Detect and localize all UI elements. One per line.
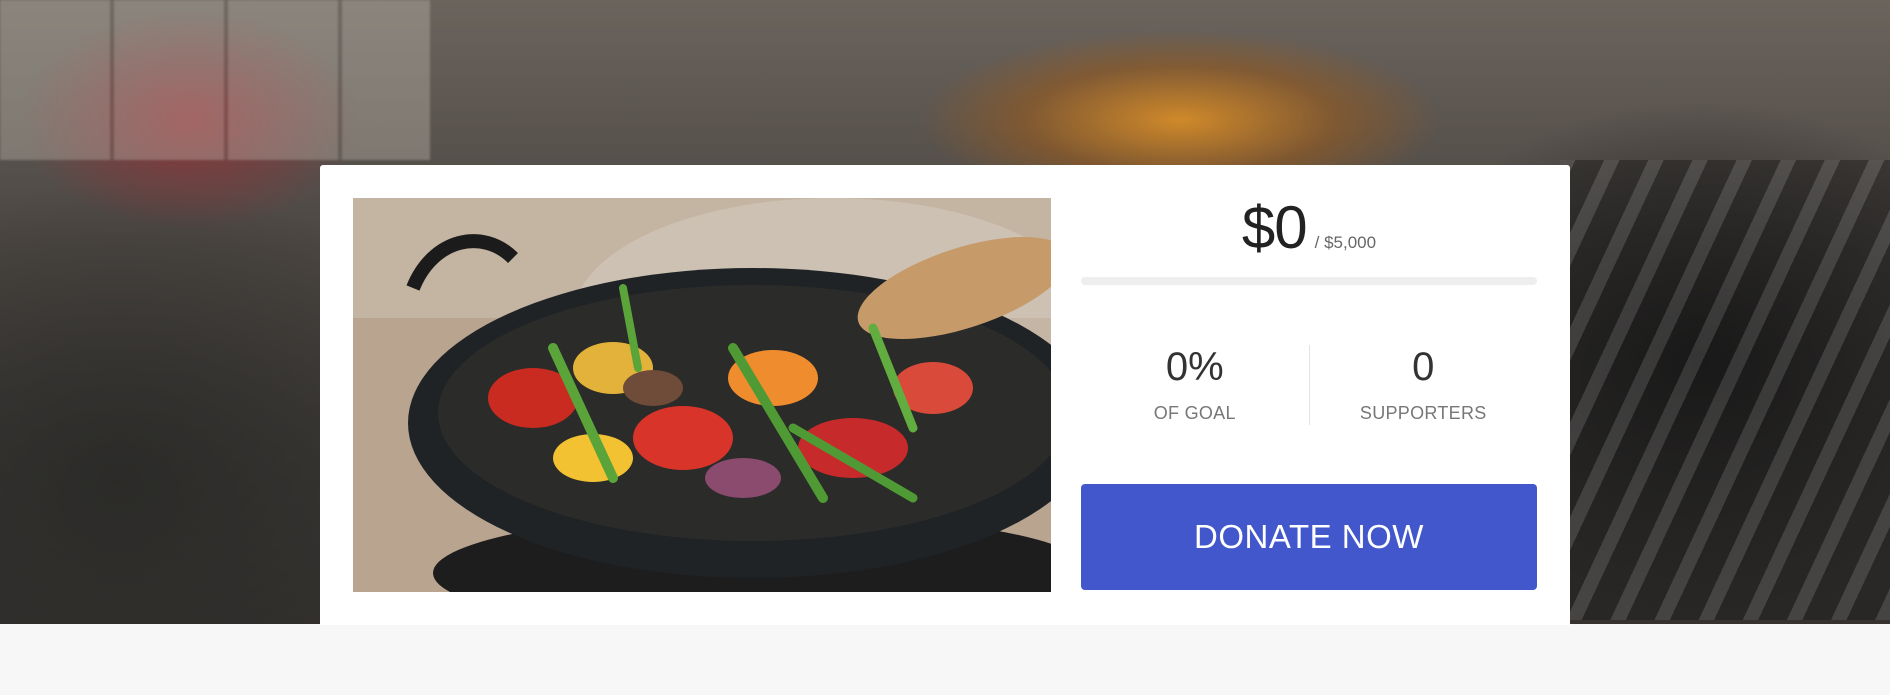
donate-now-button[interactable]: DONATE NOW (1081, 484, 1537, 590)
progress-bar (1081, 277, 1537, 285)
stat-supporters: 0 SUPPORTERS (1308, 345, 1538, 425)
funding-amount: $0 / $5,000 (1081, 193, 1537, 263)
campaign-photo (353, 198, 1051, 592)
amount-goal: / $5,000 (1314, 233, 1377, 252)
stat-label: OF GOAL (1153, 403, 1236, 423)
stat-value: 0 (1412, 345, 1435, 389)
stat-percent-of-goal: 0% OF GOAL (1081, 345, 1309, 425)
campaign-info: $0 / $5,000 0% OF GOAL 0 SUPPORTERS DONAT… (1081, 193, 1537, 590)
stat-label: SUPPORTERS (1359, 403, 1487, 423)
campaign-card: $0 / $5,000 0% OF GOAL 0 SUPPORTERS DONAT… (320, 165, 1570, 625)
wok-vegetables-image (353, 198, 1051, 592)
stats-row: 0% OF GOAL 0 SUPPORTERS (1081, 345, 1537, 425)
amount-raised: $0 (1241, 194, 1308, 261)
stat-value: 0% (1165, 345, 1224, 389)
